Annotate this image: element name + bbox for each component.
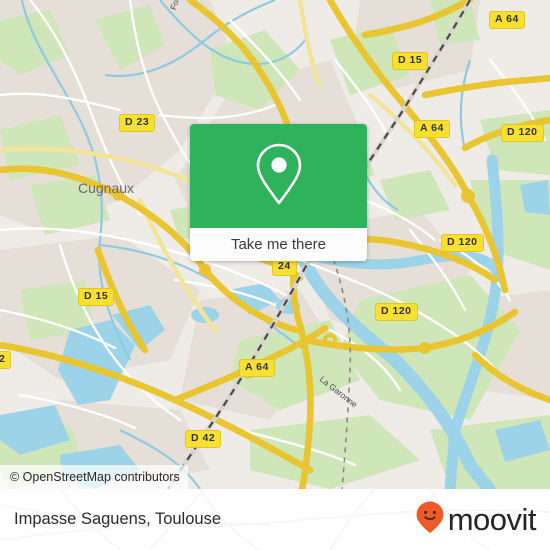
road-shield: A 64 [239, 359, 275, 377]
map-place-label: Cugnaux [78, 180, 135, 196]
road-shield: D 120 [375, 303, 418, 321]
moovit-logo[interactable]: moovit [415, 500, 537, 539]
screenshot-root: Cugnaux Fosse de LarraLa Garonne D 23D 1… [0, 0, 550, 550]
road-shield: D 23 [119, 114, 156, 132]
moovit-pin-smile-icon [415, 500, 445, 539]
road-shield: D 15 [78, 288, 115, 306]
take-me-there-card[interactable]: Take me there [190, 124, 367, 261]
map-attribution[interactable]: © OpenStreetMap contributors [0, 465, 188, 489]
road-shield: D 42 [185, 430, 222, 448]
take-me-there-label: Take me there [230, 236, 327, 253]
map-pin-icon [253, 141, 305, 212]
road-shield: D 120 [441, 234, 484, 252]
road-shield: A 64 [489, 11, 525, 29]
attribution-text: © OpenStreetMap contributors [10, 470, 180, 484]
footer-bar: Impasse Saguens, Toulouse moovit [0, 489, 550, 550]
footer-content: Impasse Saguens, Toulouse moovit [0, 489, 550, 550]
road-shield: 2 [0, 351, 12, 369]
take-me-there-button[interactable]: Take me there [190, 228, 367, 261]
moovit-wordmark: moovit [447, 502, 537, 537]
card-pin-area [190, 124, 367, 228]
road-shield: A 64 [414, 120, 450, 138]
road-shield: D 120 [501, 124, 544, 142]
road-shield: D 15 [392, 52, 429, 70]
place-title: Impasse Saguens, Toulouse [14, 510, 221, 528]
